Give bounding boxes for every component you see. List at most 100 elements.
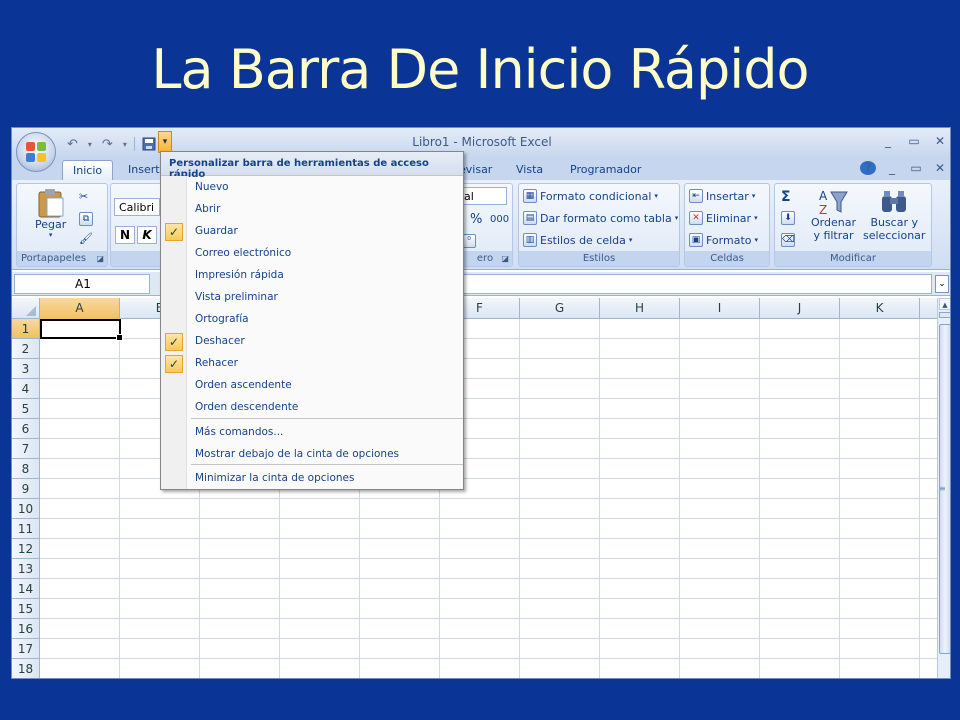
redo-icon[interactable]: ↷: [99, 135, 116, 153]
maximize-button[interactable]: ▭: [906, 134, 922, 148]
save-icon[interactable]: [139, 135, 159, 153]
split-handle[interactable]: [939, 312, 950, 318]
row-header[interactable]: 11: [12, 519, 40, 539]
menu-separator: [191, 464, 463, 465]
menu-item-orden-ascendente[interactable]: Orden ascendente: [187, 375, 463, 397]
decimal-icon[interactable]: ⁰: [462, 234, 476, 248]
eraser-icon[interactable]: ⌫: [781, 233, 795, 247]
menu-item-rehacer[interactable]: Rehacer: [187, 353, 463, 375]
formula-input[interactable]: [462, 274, 932, 294]
row-header[interactable]: 10: [12, 499, 40, 519]
column-header[interactable]: A: [40, 298, 120, 319]
row-header[interactable]: 7: [12, 439, 40, 459]
tab-inicio[interactable]: Inicio: [62, 160, 114, 180]
thousands-button[interactable]: 000: [490, 214, 509, 225]
italic-button[interactable]: K: [137, 226, 157, 244]
row-header[interactable]: 16: [12, 619, 40, 639]
number-format-select[interactable]: al: [460, 187, 507, 205]
undo-icon[interactable]: ↶: [64, 135, 81, 153]
active-cell[interactable]: [40, 319, 123, 341]
menu-item-more-commands[interactable]: Más comandos...: [187, 422, 463, 444]
chevron-down-icon[interactable]: ▾: [120, 135, 130, 153]
doc-restore-button[interactable]: ▭: [908, 161, 924, 175]
menu-title: Personalizar barra de herramientas de ac…: [161, 152, 463, 180]
doc-minimize-button[interactable]: _: [884, 161, 900, 175]
menu-item-minimize-ribbon[interactable]: Minimizar la cinta de opciones: [187, 468, 463, 490]
menu-item-guardar[interactable]: Guardar: [187, 221, 463, 243]
row-header[interactable]: 1: [12, 319, 40, 339]
cell-styles-button[interactable]: ▥ Estilos de celda ▾: [523, 233, 632, 247]
paste-button[interactable]: Pegar ▾: [35, 188, 66, 239]
row-header[interactable]: 3: [12, 359, 40, 379]
select-all-button[interactable]: [12, 298, 40, 319]
menu-item-deshacer[interactable]: Deshacer: [187, 331, 463, 353]
expand-formula-icon[interactable]: ⌄: [935, 275, 949, 293]
row-header[interactable]: 2: [12, 339, 40, 359]
row-header[interactable]: 14: [12, 579, 40, 599]
paste-label: Pegar: [35, 218, 67, 231]
row-header[interactable]: 12: [12, 539, 40, 559]
tab-vista[interactable]: Vista: [506, 160, 553, 180]
row-header[interactable]: 8: [12, 459, 40, 479]
menu-item-vista-preliminar[interactable]: Vista preliminar: [187, 287, 463, 309]
insert-cells-button[interactable]: ⇤ Insertar ▾: [689, 189, 755, 203]
row-header[interactable]: 9: [12, 479, 40, 499]
help-icon[interactable]: ?: [860, 161, 876, 175]
percent-button[interactable]: %: [470, 212, 482, 227]
menu-item-correo-electr-nico[interactable]: Correo electrónico: [187, 243, 463, 265]
fill-icon[interactable]: ⬇: [781, 211, 795, 225]
row-header[interactable]: 6: [12, 419, 40, 439]
row-header[interactable]: 17: [12, 639, 40, 659]
menu-item-label: Abrir: [195, 203, 221, 215]
menu-item-show-below[interactable]: Mostrar debajo de la cinta de opciones: [187, 444, 463, 466]
close-button[interactable]: ✕: [932, 134, 948, 148]
column-header[interactable]: K: [840, 298, 920, 319]
document-controls: ? _ ▭ ✕: [860, 161, 948, 175]
name-box[interactable]: A1: [14, 274, 150, 294]
menu-item-nuevo[interactable]: Nuevo: [187, 177, 463, 199]
autosum-button[interactable]: Σ: [781, 189, 791, 205]
delete-icon: ✕: [689, 211, 703, 225]
sort-filter-icon: AZ: [819, 189, 849, 216]
sort-filter-button[interactable]: AZ Ordenar y filtrar: [811, 188, 856, 242]
dialog-launcher-icon[interactable]: ◪: [96, 254, 104, 263]
chevron-down-icon[interactable]: ▾: [85, 135, 95, 153]
tab-programador[interactable]: Programador: [560, 160, 651, 180]
format-cells-button[interactable]: ▣ Formato ▾: [689, 233, 758, 247]
menu-item-label: Más comandos...: [195, 426, 284, 438]
row-header[interactable]: 5: [12, 399, 40, 419]
office-button[interactable]: [16, 132, 56, 172]
bold-button[interactable]: N: [115, 226, 135, 244]
menu-item-impresi-n-r-pida[interactable]: Impresión rápida: [187, 265, 463, 287]
conditional-format-icon: ▦: [523, 189, 537, 203]
delete-cells-button[interactable]: ✕ Eliminar ▾: [689, 211, 758, 225]
cut-icon[interactable]: ✂: [79, 190, 88, 203]
scroll-up-icon[interactable]: ▲: [939, 298, 950, 310]
checkmark-icon: ✓: [165, 355, 183, 373]
row-header[interactable]: 13: [12, 559, 40, 579]
font-name-input[interactable]: Calibri: [114, 198, 160, 216]
dialog-launcher-icon[interactable]: ◪: [501, 254, 509, 263]
minimize-button[interactable]: _: [880, 134, 896, 148]
column-header[interactable]: H: [600, 298, 680, 319]
format-as-table-button[interactable]: ▤ Dar formato como tabla ▾: [523, 211, 678, 225]
format-painter-icon[interactable]: 🖌: [79, 232, 93, 245]
menu-item-orden-descendente[interactable]: Orden descendente: [187, 397, 463, 419]
customize-qat-button[interactable]: ▾: [158, 131, 172, 153]
row-header[interactable]: 15: [12, 599, 40, 619]
menu-item-abrir[interactable]: Abrir: [187, 199, 463, 221]
copy-icon[interactable]: ⧉: [79, 212, 93, 226]
doc-close-button[interactable]: ✕: [932, 161, 948, 175]
vertical-scrollbar[interactable]: ▲ ≡: [937, 298, 950, 678]
column-header[interactable]: J: [760, 298, 840, 319]
office-logo-icon: [26, 142, 46, 162]
row-header[interactable]: 4: [12, 379, 40, 399]
conditional-format-button[interactable]: ▦ Formato condicional ▾: [523, 189, 658, 203]
column-header[interactable]: I: [680, 298, 760, 319]
column-header[interactable]: G: [520, 298, 600, 319]
find-select-button[interactable]: Buscar y seleccionar: [863, 188, 925, 242]
menu-item-ortograf-a[interactable]: Ortografía: [187, 309, 463, 331]
row-header[interactable]: 18: [12, 659, 40, 678]
menu-item-label: Ortografía: [195, 313, 249, 325]
menu-item-label: Rehacer: [195, 357, 238, 369]
